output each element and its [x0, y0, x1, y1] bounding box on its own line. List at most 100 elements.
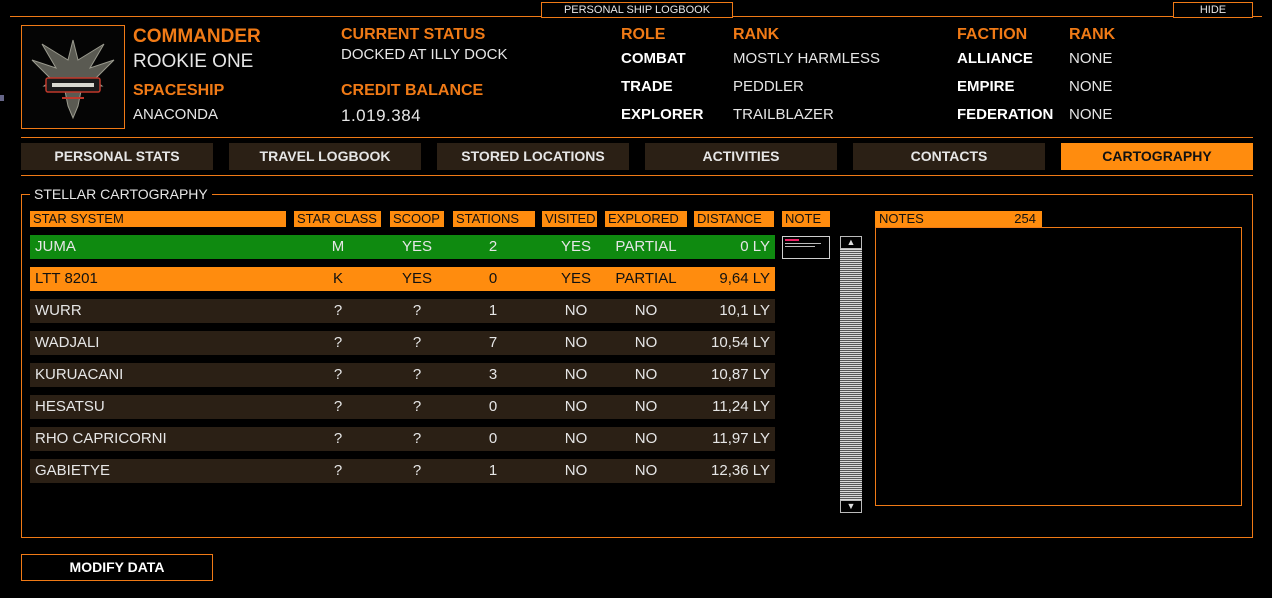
- cell-scoop: ?: [412, 430, 422, 447]
- note-line: [785, 239, 799, 241]
- cell-system: RHO CAPRICORNI: [35, 430, 167, 447]
- col-explored[interactable]: EXPLORED: [605, 211, 687, 227]
- cell-explored: NO: [634, 462, 658, 479]
- note-line: [785, 246, 815, 247]
- hide-button[interactable]: HIDE: [1173, 2, 1253, 18]
- elite-logo-icon: [31, 39, 115, 120]
- cell-stations: 3: [488, 366, 498, 383]
- cell-visited: NO: [564, 302, 588, 319]
- status-label: CURRENT STATUS: [341, 26, 486, 43]
- cell-system: WURR: [35, 302, 82, 319]
- cell-system: GABIETYE: [35, 462, 111, 479]
- cell-distance: 10,87 LY: [711, 366, 770, 383]
- cell-explored: NO: [634, 398, 658, 415]
- rank-federation: NONE: [1069, 106, 1113, 123]
- faction-header: FACTION: [957, 26, 1028, 43]
- cell-visited: YES: [560, 270, 591, 287]
- logbook-window: PERSONAL SHIP LOGBOOK HIDE COMMANDER ROO…: [0, 0, 1272, 598]
- header-divider: [21, 137, 1253, 138]
- notes-textarea[interactable]: [875, 227, 1242, 506]
- cell-scoop: ?: [412, 334, 422, 351]
- cell-visited: NO: [564, 430, 588, 447]
- cell-stations: 1: [488, 462, 498, 479]
- panel-title: STELLAR CARTOGRAPHY: [30, 186, 212, 202]
- cell-stations: 1: [488, 302, 498, 319]
- table-row[interactable]: KURUACANI ? ? 3 NO NO 10,87 LY: [30, 363, 775, 387]
- cell-explored: NO: [634, 366, 658, 383]
- cell-explored: PARTIAL: [615, 270, 677, 287]
- cell-scoop: YES: [401, 270, 432, 287]
- cell-explored: NO: [634, 334, 658, 351]
- tab-stored-locations[interactable]: STORED LOCATIONS: [437, 143, 629, 170]
- cell-explored: PARTIAL: [615, 238, 677, 255]
- role-header: ROLE: [621, 26, 666, 43]
- notes-header: NOTES 254: [875, 211, 1042, 227]
- notes-char-count: 254: [1014, 211, 1036, 226]
- faction-empire: EMPIRE: [957, 78, 1015, 95]
- table-row[interactable]: JUMA M YES 2 YES PARTIAL 0 LY: [30, 235, 775, 259]
- cell-distance: 10,54 LY: [711, 334, 770, 351]
- note-line: [785, 243, 821, 244]
- table-row[interactable]: WADJALI ? ? 7 NO NO 10,54 LY: [30, 331, 775, 355]
- cell-system: HESATSU: [35, 398, 105, 415]
- cell-visited: YES: [560, 238, 591, 255]
- cell-stations: 0: [488, 270, 498, 287]
- cell-stations: 7: [488, 334, 498, 351]
- cell-system: JUMA: [35, 238, 76, 255]
- role-rank-header: RANK: [733, 26, 780, 43]
- status-value: DOCKED AT ILLY DOCK: [341, 46, 508, 63]
- rank-combat: MOSTLY HARMLESS: [733, 50, 880, 67]
- table-row[interactable]: LTT 8201 K YES 0 YES PARTIAL 9,64 LY: [30, 267, 775, 291]
- elite-logo: [21, 25, 125, 129]
- tab-personal-stats[interactable]: PERSONAL STATS: [21, 143, 213, 170]
- faction-rank-header: RANK: [1069, 26, 1116, 43]
- cell-class: ?: [333, 398, 343, 415]
- cell-distance: 10,1 LY: [719, 302, 770, 319]
- tab-cartography[interactable]: CARTOGRAPHY: [1061, 143, 1253, 170]
- rank-empire: NONE: [1069, 78, 1113, 95]
- cell-class: ?: [333, 334, 343, 351]
- cell-class: M: [331, 238, 345, 255]
- role-explorer: EXPLORER: [621, 106, 704, 123]
- tab-contacts[interactable]: CONTACTS: [853, 143, 1045, 170]
- cell-explored: NO: [634, 430, 658, 447]
- table-row[interactable]: GABIETYE ? ? 1 NO NO 12,36 LY: [30, 459, 775, 483]
- col-note[interactable]: NOTE: [782, 211, 830, 227]
- tab-travel-logbook[interactable]: TRAVEL LOGBOOK: [229, 143, 421, 170]
- cell-stations: 0: [488, 430, 498, 447]
- cell-system: KURUACANI: [35, 366, 124, 383]
- table-row[interactable]: WURR ? ? 1 NO NO 10,1 LY: [30, 299, 775, 323]
- arrow-down-icon[interactable]: ▼: [840, 500, 862, 513]
- col-stations[interactable]: STATIONS: [453, 211, 535, 227]
- arrow-up-icon[interactable]: ▲: [840, 236, 862, 249]
- role-trade: TRADE: [621, 78, 673, 95]
- cell-visited: NO: [564, 462, 588, 479]
- col-star-class[interactable]: STAR CLASS: [294, 211, 381, 227]
- cell-scoop: ?: [412, 302, 422, 319]
- col-distance[interactable]: DISTANCE: [694, 211, 774, 227]
- cell-scoop: YES: [401, 238, 432, 255]
- cell-scoop: ?: [412, 366, 422, 383]
- col-scoop[interactable]: SCOOP: [390, 211, 444, 227]
- cell-distance: 11,97 LY: [712, 430, 770, 447]
- faction-federation: FEDERATION: [957, 106, 1054, 123]
- modify-data-button[interactable]: MODIFY DATA: [21, 554, 213, 581]
- tab-activities[interactable]: ACTIVITIES: [645, 143, 837, 170]
- faction-alliance: ALLIANCE: [957, 50, 1033, 67]
- notes-label: NOTES: [879, 211, 924, 226]
- cell-visited: NO: [564, 334, 588, 351]
- table-row[interactable]: HESATSU ? ? 0 NO NO 11,24 LY: [30, 395, 775, 419]
- note-thumbnail[interactable]: [782, 236, 830, 259]
- cell-distance: 11,24 LY: [712, 398, 770, 415]
- cell-stations: 0: [488, 398, 498, 415]
- scrollbar-track[interactable]: [840, 249, 862, 500]
- table-row[interactable]: RHO CAPRICORNI ? ? 0 NO NO 11,97 LY: [30, 427, 775, 451]
- cell-system: LTT 8201: [35, 270, 98, 287]
- cell-distance: 12,36 LY: [711, 462, 770, 479]
- commander-label: COMMANDER: [133, 26, 261, 47]
- cell-explored: NO: [634, 302, 658, 319]
- col-visited[interactable]: VISITED: [542, 211, 597, 227]
- cell-system: WADJALI: [35, 334, 100, 351]
- col-star-system[interactable]: STAR SYSTEM: [30, 211, 286, 227]
- cell-class: ?: [333, 462, 343, 479]
